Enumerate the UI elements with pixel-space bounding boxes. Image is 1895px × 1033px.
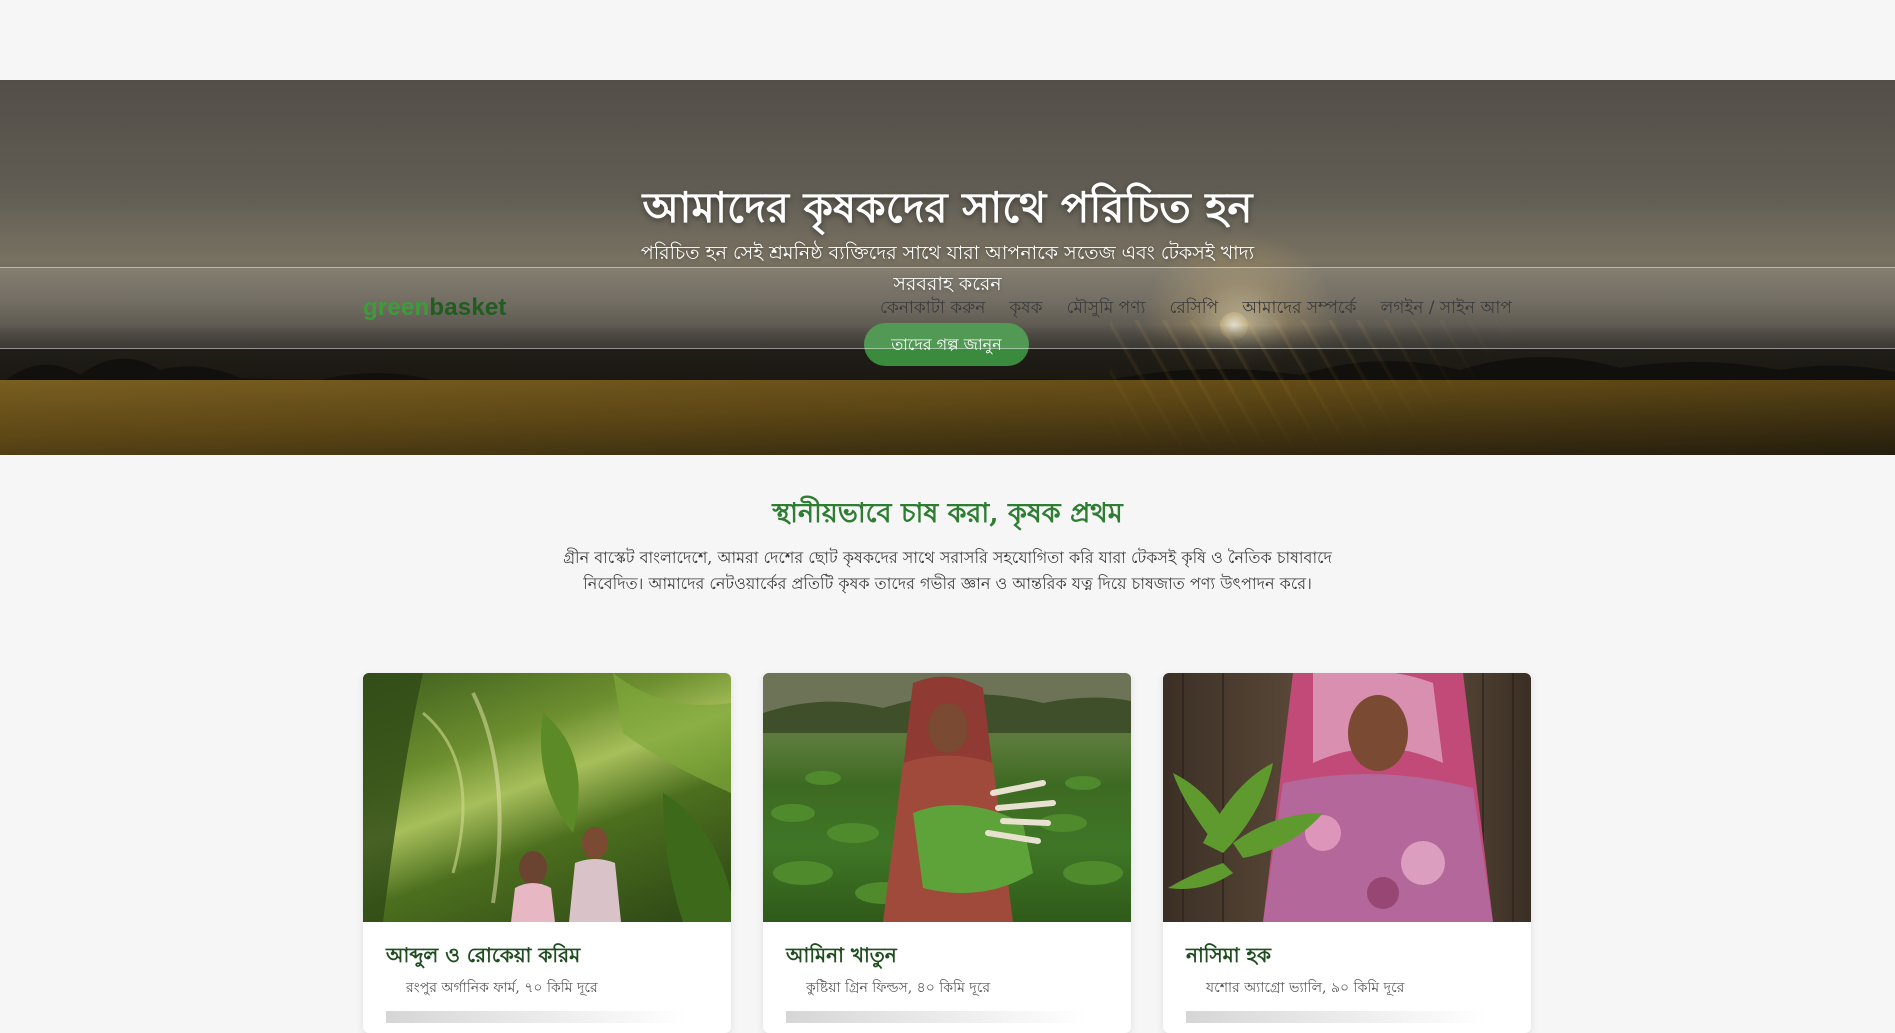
- farmer-card[interactable]: নাসিমা হক যশোর অ্যাগ্রো ভ্যালি, ৯০ কিমি …: [1163, 673, 1531, 1033]
- logo-green-text: green: [363, 294, 430, 321]
- nav-link-login[interactable]: লগইন / সাইন আপ: [1381, 295, 1512, 323]
- section-description: গ্রীন বাস্কেট বাংলাদেশে, আমরা দেশের ছোট …: [563, 548, 1332, 593]
- farmer-photo: [763, 673, 1131, 922]
- nav-link-about[interactable]: আমাদের সম্পর্কে: [1242, 295, 1356, 323]
- farmer-photo: [1163, 673, 1531, 922]
- greenbasket-logo[interactable]: greenbasket: [363, 294, 507, 322]
- nav-link-seasonal[interactable]: মৌসুমি পণ্য: [1067, 295, 1146, 323]
- top-navbar: greenbasket কেনাকাটা করুন কৃষক মৌসুমি পণ…: [0, 267, 1895, 349]
- farmer-card[interactable]: আমিনা খাতুন কুষ্টিয়া গ্রিন ফিল্ডস, ৪০ ক…: [763, 673, 1131, 1033]
- farm-location: রংপুর অর্গানিক ফার্ম, ৭০ কিমি দূরে: [406, 980, 598, 996]
- farmer-name: নাসিমা হক: [1186, 943, 1272, 967]
- card-truncated-text: [386, 1011, 686, 1023]
- section-title: স্থানীয়ভাবে চাষ করা, কৃষক প্রথম: [772, 498, 1123, 529]
- farm-location: যশোর অ্যাগ্রো ভ্যালি, ৯০ কিমি দূরে: [1206, 980, 1405, 996]
- nav-link-recipes[interactable]: রেসিপি: [1169, 295, 1218, 323]
- card-truncated-text: [786, 1011, 1086, 1023]
- nav-links: কেনাকাটা করুন কৃষক মৌসুমি পণ্য রেসিপি আম…: [880, 295, 1512, 323]
- farmer-name: আমিনা খাতুন: [786, 943, 897, 967]
- hero-title: আমাদের কৃষকদের সাথে পরিচিত হন: [642, 183, 1253, 232]
- logo-basket-text: basket: [429, 294, 507, 321]
- farmer-card[interactable]: আব্দুল ও রোকেয়া করিম রংপুর অর্গানিক ফার…: [363, 673, 731, 1033]
- farmer-name: আব্দুল ও রোকেয়া করিম: [386, 943, 581, 967]
- card-truncated-text: [1186, 1011, 1486, 1023]
- farm-location: কুষ্টিয়া গ্রিন ফিল্ডস, ৪০ কিমি দূরে: [806, 980, 991, 996]
- farmer-photo: [363, 673, 731, 922]
- nav-link-shop[interactable]: কেনাকাটা করুন: [880, 295, 985, 323]
- nav-link-farmers[interactable]: কৃষক: [1009, 295, 1042, 323]
